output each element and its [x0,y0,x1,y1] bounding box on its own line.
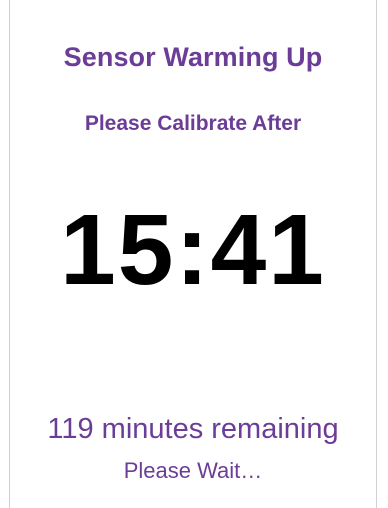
sensor-warmup-screen: Sensor Warming Up Please Calibrate After… [0,0,388,508]
warmup-content: Sensor Warming Up Please Calibrate After… [10,0,376,508]
calibration-time: 15:41 [60,194,326,306]
calibrate-after-label: Please Calibrate After [84,112,302,135]
please-wait-label: Please Wait… [123,458,263,483]
minutes-remaining: 119 minutes remaining [47,413,339,445]
right-border [376,0,377,508]
warmup-title: Sensor Warming Up [63,42,323,72]
